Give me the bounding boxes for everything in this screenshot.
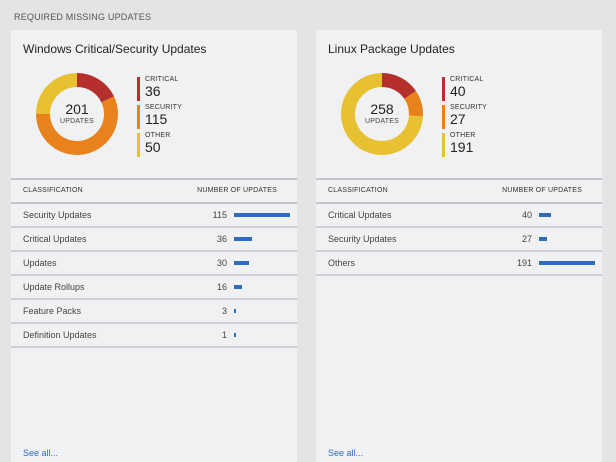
row-count: 27 xyxy=(521,234,532,244)
table-header: CLASSIFICATION NUMBER OF UPDATES xyxy=(316,178,602,204)
table-row[interactable]: Others 191 xyxy=(316,252,602,276)
table-row[interactable]: Security Updates 115 xyxy=(11,204,297,228)
windows-updates-panel: Windows Critical/Security Updates 201 UP… xyxy=(11,30,297,462)
see-all-link[interactable]: See all... xyxy=(328,448,363,458)
row-bar xyxy=(234,213,290,217)
table-header: CLASSIFICATION NUMBER OF UPDATES xyxy=(11,178,297,204)
section-title: REQUIRED MISSING UPDATES xyxy=(14,12,152,22)
row-classification: Security Updates xyxy=(328,234,397,244)
row-bar xyxy=(234,309,236,313)
row-classification: Feature Packs xyxy=(23,306,82,316)
see-all-link[interactable]: See all... xyxy=(23,448,58,458)
row-count: 1 xyxy=(221,330,227,340)
col-number-of-updates: NUMBER OF UPDATES xyxy=(502,187,582,194)
row-classification: Update Rollups xyxy=(23,282,85,292)
row-count: 36 xyxy=(216,234,227,244)
row-bar xyxy=(539,261,595,265)
donut-slice-critical[interactable] xyxy=(77,73,114,103)
donut-legend: CRITICAL 36 SECURITY 115 OTHER 50 xyxy=(137,76,182,160)
table-row[interactable]: Feature Packs 3 xyxy=(11,300,297,324)
table-row[interactable]: Definition Updates 1 xyxy=(11,324,297,348)
legend-other-swatch xyxy=(137,133,140,157)
row-bar xyxy=(234,237,252,241)
table-row[interactable]: Updates 30 xyxy=(11,252,297,276)
table-row[interactable]: Update Rollups 16 xyxy=(11,276,297,300)
row-bar xyxy=(234,285,242,289)
row-count: 40 xyxy=(521,210,532,220)
row-classification: Critical Updates xyxy=(328,210,392,220)
col-classification: CLASSIFICATION xyxy=(23,187,83,194)
row-count: 16 xyxy=(216,282,227,292)
legend-security-swatch xyxy=(442,105,445,129)
row-count: 191 xyxy=(516,258,532,268)
table-row[interactable]: Critical Updates 40 xyxy=(316,204,602,228)
legend-security: SECURITY 115 xyxy=(137,104,182,129)
row-bar xyxy=(539,237,547,241)
row-classification: Critical Updates xyxy=(23,234,87,244)
row-count: 3 xyxy=(221,306,227,316)
row-classification: Definition Updates xyxy=(23,330,97,340)
linux-donut-chart[interactable] xyxy=(340,72,424,156)
linux-updates-panel: Linux Package Updates 258 UPDATES CRITIC… xyxy=(316,30,602,462)
classification-table: CLASSIFICATION NUMBER OF UPDATES Critica… xyxy=(316,178,602,276)
row-bar xyxy=(234,333,236,337)
table-row[interactable]: Critical Updates 36 xyxy=(11,228,297,252)
legend-other: OTHER 191 xyxy=(442,132,487,157)
legend-critical: CRITICAL 36 xyxy=(137,76,182,101)
row-count: 115 xyxy=(212,210,227,220)
col-number-of-updates: NUMBER OF UPDATES xyxy=(197,187,277,194)
table-row[interactable]: Security Updates 27 xyxy=(316,228,602,252)
row-bar xyxy=(539,213,551,217)
row-classification: Updates xyxy=(23,258,57,268)
donut-legend: CRITICAL 40 SECURITY 27 OTHER 191 xyxy=(442,76,487,160)
legend-critical-swatch xyxy=(137,77,140,101)
row-classification: Security Updates xyxy=(23,210,92,220)
panel-title: Linux Package Updates xyxy=(328,42,455,56)
classification-table: CLASSIFICATION NUMBER OF UPDATES Securit… xyxy=(11,178,297,348)
legend-security-swatch xyxy=(137,105,140,129)
panel-title: Windows Critical/Security Updates xyxy=(23,42,207,56)
row-bar xyxy=(234,261,249,265)
donut-slice-other[interactable] xyxy=(36,73,77,114)
legend-critical-swatch xyxy=(442,77,445,101)
row-classification: Others xyxy=(328,258,356,268)
legend-security: SECURITY 27 xyxy=(442,104,487,129)
legend-other-swatch xyxy=(442,133,445,157)
legend-critical: CRITICAL 40 xyxy=(442,76,487,101)
legend-other: OTHER 50 xyxy=(137,132,182,157)
col-classification: CLASSIFICATION xyxy=(328,187,388,194)
windows-donut-chart[interactable] xyxy=(35,72,119,156)
row-count: 30 xyxy=(216,258,227,268)
